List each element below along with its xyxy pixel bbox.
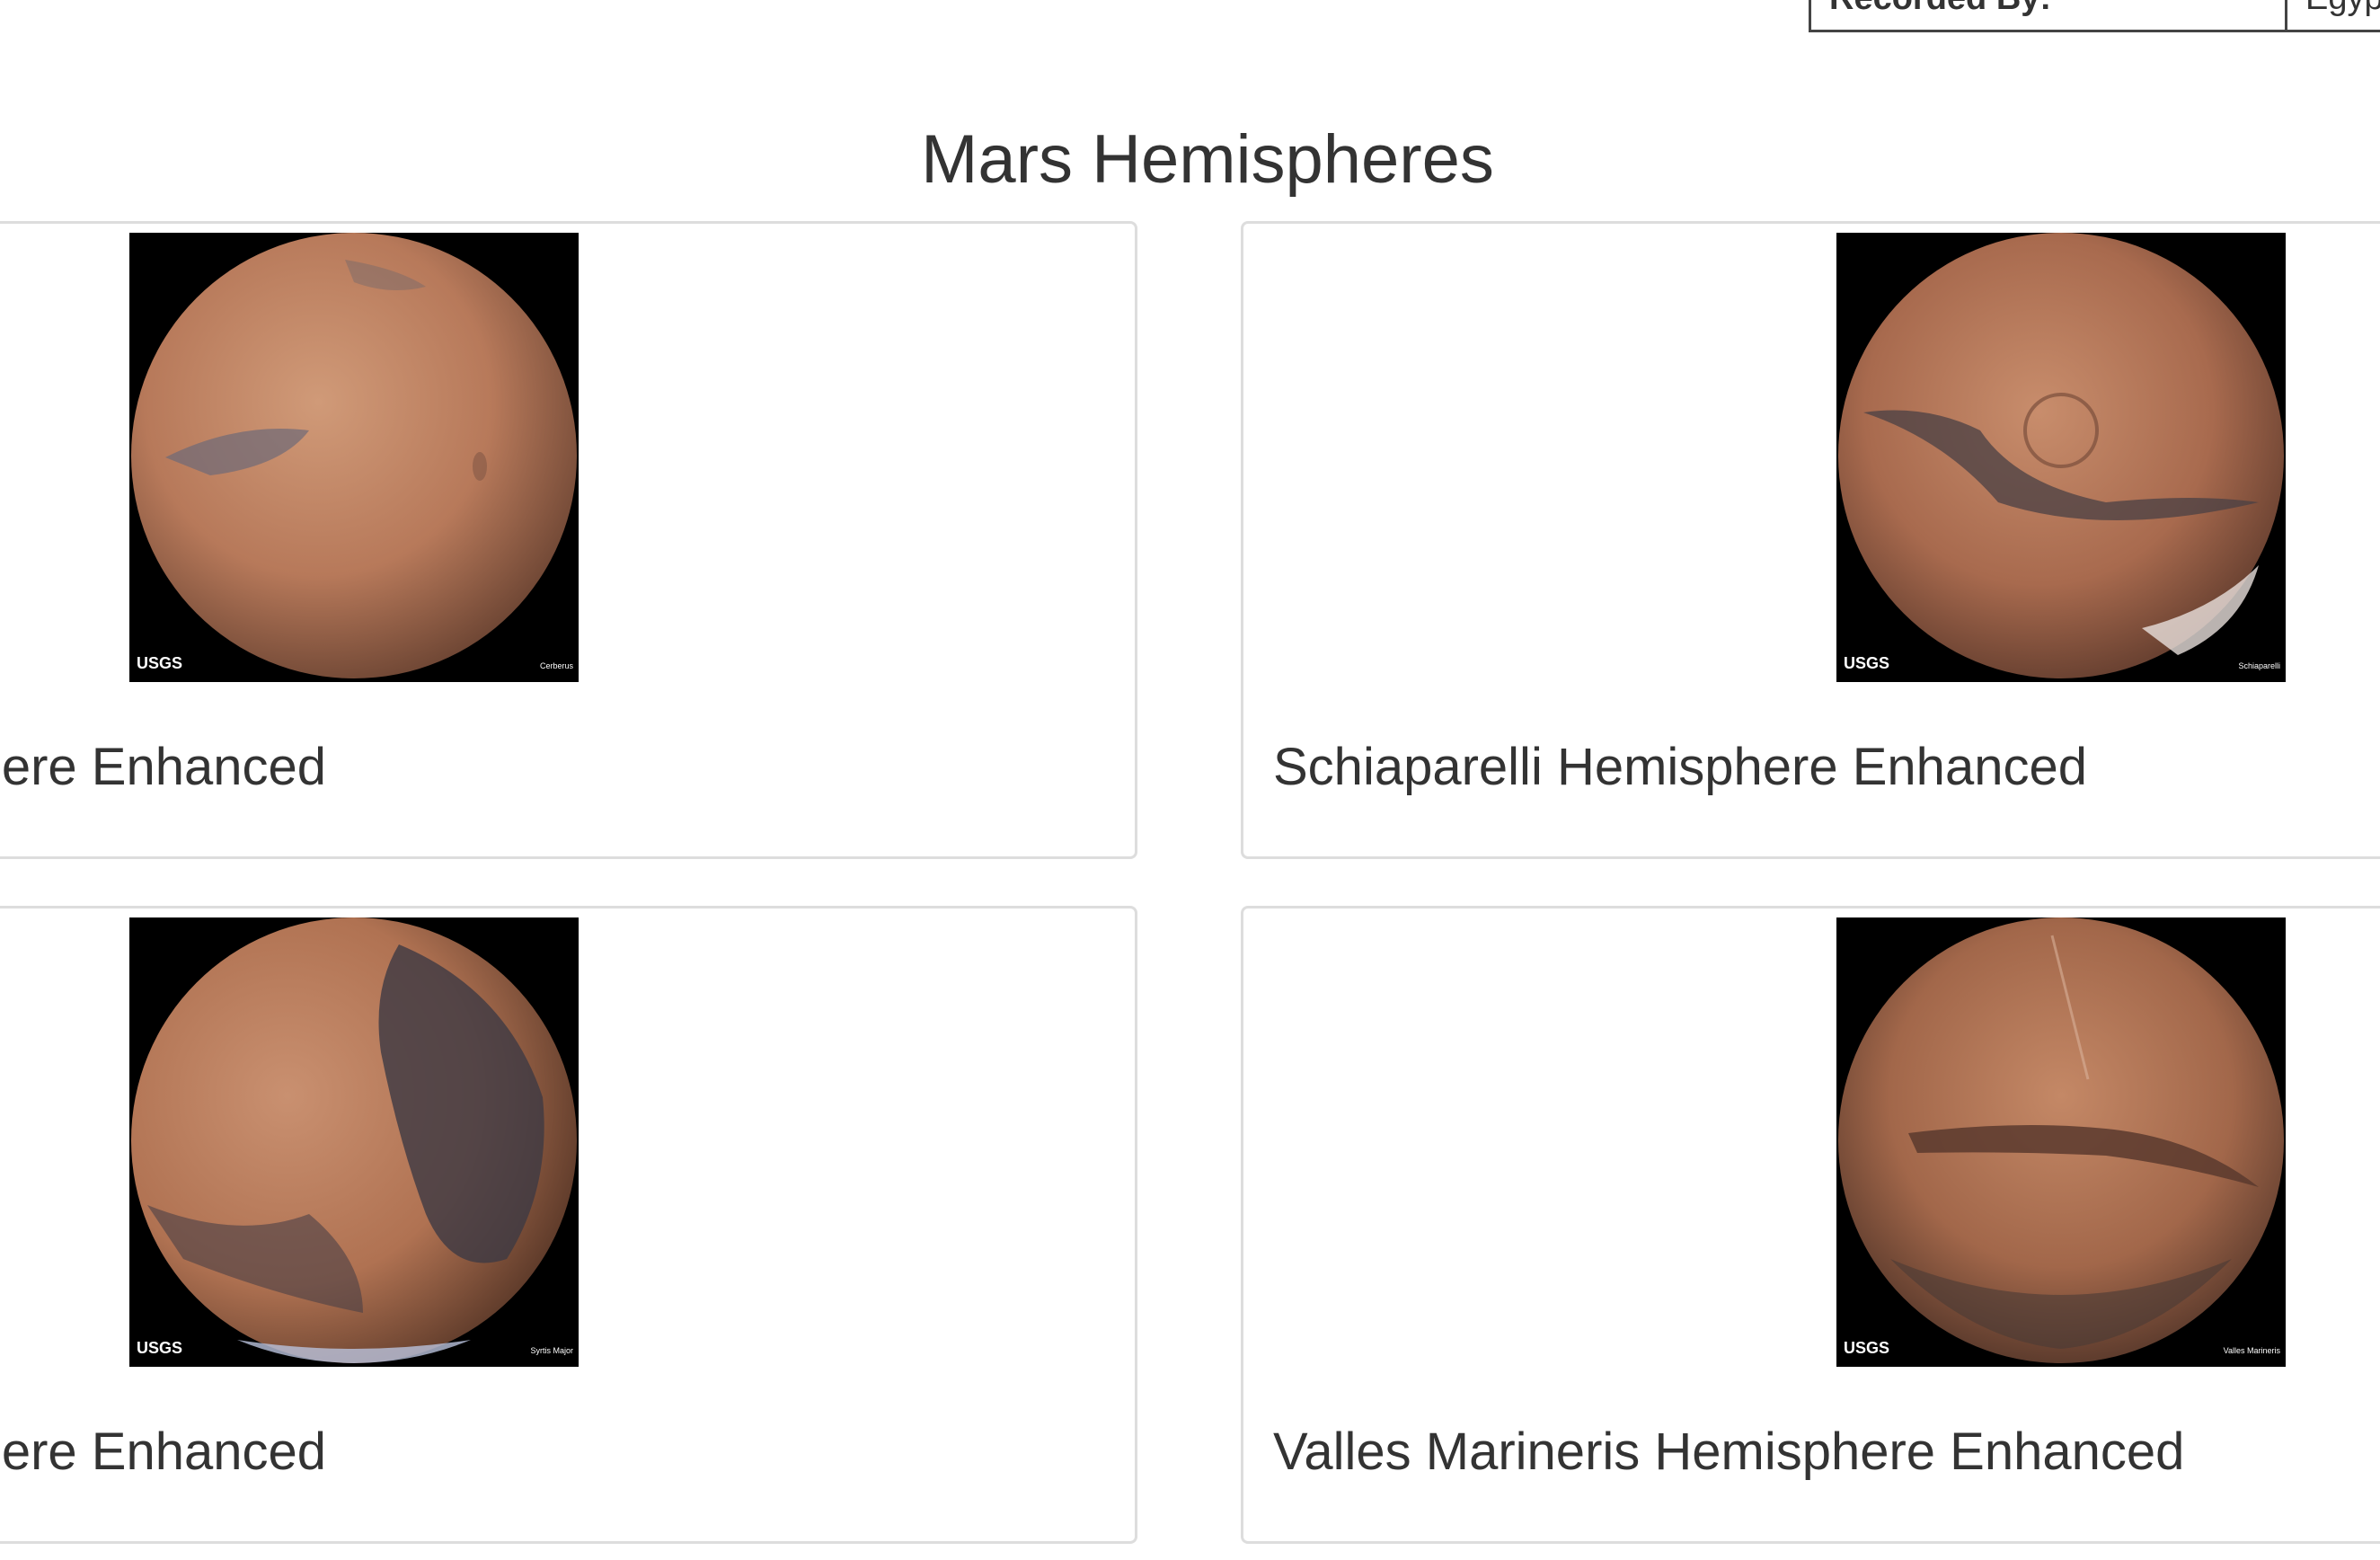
facts-row-value: Egyp [2287, 0, 2380, 32]
section-title: Mars Hemispheres [921, 121, 1494, 198]
syrtis-major-hemisphere-image[interactable]: USGS Syrtis Major [129, 917, 579, 1367]
usgs-logo-text: USGS [137, 1339, 182, 1357]
image-label: Cerberus [540, 661, 574, 670]
image-label: Valles Marineris [2224, 1346, 2281, 1355]
hemisphere-title: Syrtis Major Hemisphere Enhanced [0, 1423, 326, 1481]
hemisphere-title: Cerberus Hemisphere Enhanced [0, 738, 326, 796]
facts-row-label: Recorded By: [1811, 0, 2287, 32]
page: Recorded By: Egyp Mars Hemispheres USGS … [0, 0, 2380, 1560]
facts-table-fragment: Recorded By: Egyp [1809, 0, 2380, 32]
usgs-logo-text: USGS [1844, 1339, 1889, 1357]
cerberus-hemisphere-image[interactable]: USGS Cerberus [129, 233, 579, 682]
hemisphere-title: Schiaparelli Hemisphere Enhanced [1273, 738, 2087, 796]
hemisphere-card: USGS Cerberus Cerberus Hemisphere Enhanc… [0, 221, 1137, 859]
hemisphere-card: USGS Schiaparelli Schiaparelli Hemispher… [1241, 221, 2380, 859]
schiaparelli-hemisphere-image[interactable]: USGS Schiaparelli [1836, 233, 2286, 682]
usgs-logo-text: USGS [137, 654, 182, 672]
hemisphere-title: Valles Marineris Hemisphere Enhanced [1273, 1423, 2185, 1481]
valles-marineris-hemisphere-image[interactable]: USGS Valles Marineris [1836, 917, 2286, 1367]
image-label: Schiaparelli [2238, 661, 2280, 670]
image-label: Syrtis Major [530, 1346, 573, 1355]
usgs-logo-text: USGS [1844, 654, 1889, 672]
hemisphere-card: USGS Valles Marineris Valles Marineris H… [1241, 906, 2380, 1544]
hemisphere-card: USGS Syrtis Major Syrtis Major Hemispher… [0, 906, 1137, 1544]
